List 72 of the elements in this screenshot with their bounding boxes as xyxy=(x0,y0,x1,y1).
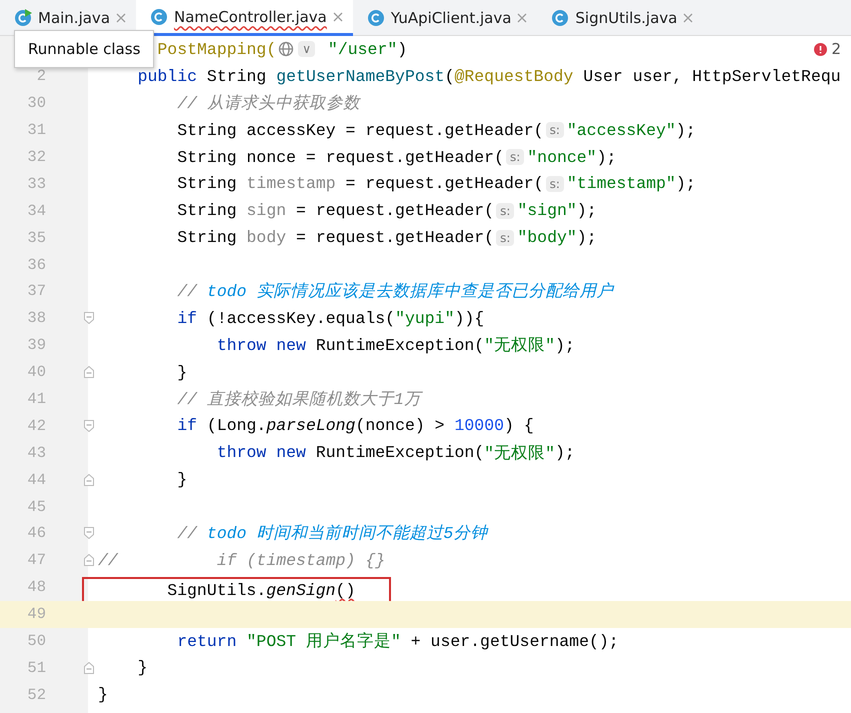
close-icon[interactable] xyxy=(116,13,126,23)
fold-icon[interactable] xyxy=(84,527,94,540)
class-icon xyxy=(366,9,385,27)
code-line: // 从请求头中获取参数 xyxy=(176,93,360,114)
line-number: 47 xyxy=(26,551,46,570)
code-line: } xyxy=(176,362,188,382)
code-line: String body = request.getHeader( s: "body"); xyxy=(176,228,597,248)
globe-icon xyxy=(278,41,294,58)
line-number: 32 xyxy=(26,148,46,166)
code-line: // if (timestamp) {} xyxy=(98,550,386,570)
line-number: 37 xyxy=(26,282,46,300)
parameter-hint: s: xyxy=(546,122,564,138)
line-number: 43 xyxy=(26,444,46,462)
fold-icon[interactable] xyxy=(84,420,94,432)
fold-icon[interactable] xyxy=(84,474,94,486)
line-number: 2 xyxy=(36,67,46,86)
line-number: 46 xyxy=(26,524,46,542)
line-number: 35 xyxy=(26,228,46,247)
code-line: if (!accessKey.equals("yupi")){ xyxy=(176,308,484,328)
line-number: 50 xyxy=(26,632,46,650)
line-number: 44 xyxy=(26,470,46,489)
line-number: 42 xyxy=(26,416,46,435)
class-icon xyxy=(150,8,168,26)
line-number: 52 xyxy=(26,686,46,704)
code-line: } xyxy=(98,685,108,704)
parameter-hint: s: xyxy=(546,176,564,192)
editor-tab[interactable]: NameController.java xyxy=(136,0,353,36)
line-number: 33 xyxy=(26,174,46,193)
line-number: 41 xyxy=(26,390,46,408)
code-line: public String getUserNameByPost(@RequestBody User user, HttpServletRequ xyxy=(136,66,841,86)
code-line: } xyxy=(176,470,188,490)
code-line: String accessKey = request.getHeader( s: "accessKey"); xyxy=(176,120,696,140)
code-line: String timestamp = request.getHeader( s: "timestamp"); xyxy=(176,174,696,194)
code-line: return "POST 用户名字是" + user.getUsername(); xyxy=(176,630,619,652)
parameter-hint: s: xyxy=(496,230,514,246)
line-number: 48 xyxy=(26,578,46,596)
editor-tab[interactable]: YuApiClient.java xyxy=(352,0,538,36)
close-icon[interactable] xyxy=(517,13,528,23)
fold-icon[interactable] xyxy=(84,312,94,324)
fold-icon[interactable] xyxy=(84,662,94,674)
code-line: String sign = request.getHeader( s: "sign"); xyxy=(176,201,597,220)
code-line: String nonce = request.getHeader( s: "nonce"); xyxy=(176,148,616,166)
line-number: 39 xyxy=(26,336,46,354)
error-icon xyxy=(814,42,828,56)
code-line: throw new RuntimeException("无权限"); xyxy=(216,334,575,356)
line-number: 49 xyxy=(26,605,46,624)
class-icon xyxy=(551,9,570,27)
line-number: 51 xyxy=(26,658,46,677)
close-icon[interactable] xyxy=(332,12,343,22)
line-number: 30 xyxy=(26,94,46,112)
tooltip: Runnable class xyxy=(14,30,154,68)
problems-indicator[interactable]: 2 xyxy=(814,40,841,58)
code-line: // 直接校验如果随机数大于1万 xyxy=(176,389,421,410)
line-number: 31 xyxy=(26,121,46,140)
runnable-class-icon xyxy=(14,9,32,27)
code-line: // todo 时间和当前时间不能超过5分钟 xyxy=(176,522,488,544)
parameter-hint: s: xyxy=(506,149,524,165)
code-line: throw new RuntimeException("无权限"); xyxy=(216,442,575,464)
editor-tab[interactable]: SignUtils.java xyxy=(537,0,704,36)
line-number: 45 xyxy=(26,498,46,516)
line-number: 34 xyxy=(26,202,46,220)
line-number: 40 xyxy=(26,363,46,382)
line-number: 38 xyxy=(26,309,46,328)
code-line: if (Long.parseLong(nonce) > 10000) { xyxy=(176,416,534,436)
line-number: 36 xyxy=(26,256,46,274)
parameter-hint: ∨ xyxy=(298,41,316,58)
close-icon[interactable] xyxy=(683,13,694,23)
parameter-hint: s: xyxy=(496,202,514,219)
fold-icon[interactable] xyxy=(84,554,94,566)
code-line: } xyxy=(136,658,148,678)
code-line: // todo 实际情况应该是去数据库中查是否已分配给用户 xyxy=(176,280,614,302)
fold-icon[interactable] xyxy=(84,366,94,378)
